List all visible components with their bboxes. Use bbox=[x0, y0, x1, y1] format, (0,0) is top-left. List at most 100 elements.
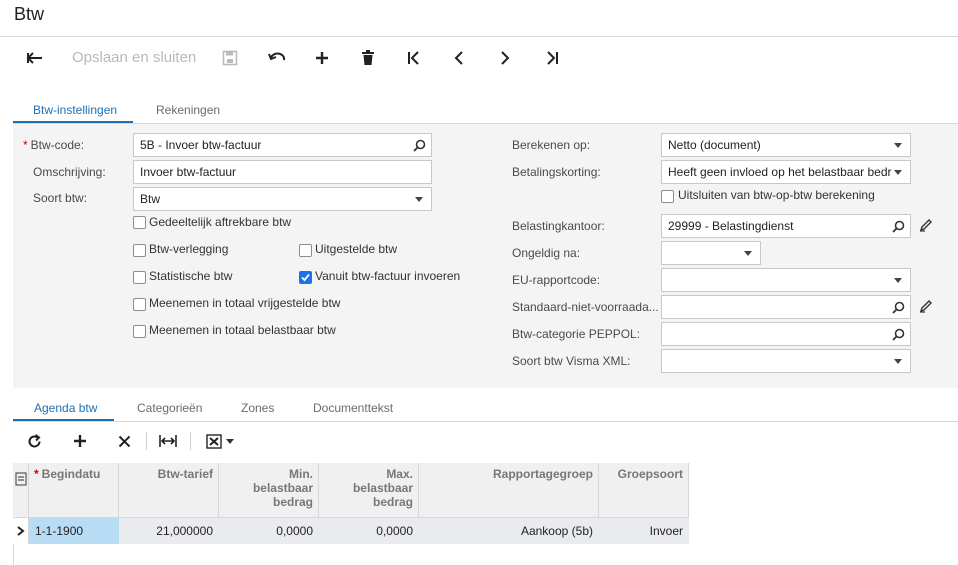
omschrijving-field[interactable]: Invoer btw-factuur bbox=[133, 160, 432, 184]
subtab-agenda-btw[interactable]: Agenda btw bbox=[34, 401, 97, 415]
back-arrow-icon bbox=[26, 52, 42, 64]
col-min-belastbaar[interactable]: Min. belastbaar bedrag bbox=[219, 463, 319, 518]
cell-btw-tarief[interactable]: 21,000000 bbox=[119, 518, 219, 544]
cell-max-belastbaar[interactable]: 0,0000 bbox=[319, 518, 419, 544]
close-icon bbox=[118, 435, 130, 447]
btw-code-label: * Btw-code: bbox=[23, 138, 85, 152]
soort-btw-select[interactable]: Btw bbox=[133, 187, 432, 211]
grid-add-button[interactable] bbox=[69, 430, 91, 452]
btw-categorie-peppol-label: Btw-categorie PEPPOL: bbox=[512, 327, 641, 341]
col-begindatum[interactable]: * Begindatu bbox=[29, 463, 119, 518]
col-max-belastbaar[interactable]: Max. belastbaar bedrag bbox=[319, 463, 419, 518]
gedeeltelijk-checkbox[interactable] bbox=[133, 216, 146, 229]
table-row-indicator[interactable] bbox=[13, 518, 29, 544]
berekenen-op-label: Berekenen op: bbox=[512, 138, 591, 152]
excel-export-icon bbox=[206, 433, 222, 449]
search-icon[interactable] bbox=[890, 326, 906, 342]
title-divider bbox=[0, 36, 958, 37]
delete-button[interactable] bbox=[356, 46, 380, 70]
btw-categorie-peppol-field[interactable] bbox=[661, 322, 911, 346]
belastingkantoor-field[interactable]: 29999 - Belastingdienst bbox=[661, 214, 911, 238]
belastbaar-checkbox[interactable] bbox=[133, 325, 146, 338]
berekenen-op-select[interactable]: Netto (document) bbox=[661, 133, 911, 157]
standaard-niet-voorraad-field[interactable] bbox=[661, 295, 911, 319]
vanuit-factuur-checkbox[interactable] bbox=[299, 271, 312, 284]
row-indicator-icon bbox=[17, 526, 25, 536]
chevron-down-icon[interactable] bbox=[890, 272, 906, 288]
grid-delete-button[interactable] bbox=[113, 430, 135, 452]
ongeldig-na-label: Ongeldig na: bbox=[512, 246, 581, 260]
uitsluiten-checkbox[interactable] bbox=[661, 190, 674, 203]
eu-rapportcode-select[interactable] bbox=[661, 268, 911, 292]
vrijgestelde-label: Meenemen in totaal vrijgestelde btw bbox=[149, 296, 341, 310]
subtab-zones[interactable]: Zones bbox=[241, 401, 274, 415]
vrijgestelde-checkbox[interactable] bbox=[133, 298, 146, 311]
fit-columns-icon bbox=[159, 435, 177, 447]
subtab-divider bbox=[13, 421, 958, 422]
refresh-icon bbox=[28, 433, 41, 447]
add-icon bbox=[74, 435, 86, 447]
chevron-down-icon[interactable] bbox=[890, 353, 906, 369]
delete-icon bbox=[362, 50, 374, 65]
row-select-icon bbox=[15, 472, 27, 486]
back-button[interactable] bbox=[23, 46, 47, 70]
standaard-niet-voorraad-label: Standaard-niet-voorraada... bbox=[512, 300, 659, 314]
eu-rapportcode-label: EU-rapportcode: bbox=[512, 273, 601, 287]
chevron-down-icon[interactable] bbox=[740, 245, 756, 261]
fit-columns-button[interactable] bbox=[157, 430, 179, 452]
chevron-down-icon[interactable] bbox=[890, 164, 906, 180]
soort-btw-visma-label: Soort btw Visma XML: bbox=[512, 354, 631, 368]
betalingskorting-label: Betalingskorting: bbox=[512, 165, 601, 179]
btw-code-field[interactable]: 5B - Invoer btw-factuur bbox=[133, 133, 432, 157]
next-record-button[interactable] bbox=[493, 46, 517, 70]
belastbaar-label: Meenemen in totaal belastbaar btw bbox=[149, 323, 336, 337]
export-excel-button[interactable] bbox=[202, 430, 238, 452]
chevron-down-icon bbox=[226, 438, 234, 444]
uitgestelde-checkbox[interactable] bbox=[299, 244, 312, 257]
cell-groepsoort[interactable]: Invoer bbox=[599, 518, 689, 544]
uitsluiten-label: Uitsluiten van btw-op-btw berekening bbox=[678, 188, 875, 202]
statistische-label: Statistische btw bbox=[149, 269, 233, 283]
last-page-icon bbox=[547, 51, 558, 65]
first-record-button[interactable] bbox=[402, 46, 426, 70]
toolbar-separator bbox=[146, 432, 147, 450]
cell-min-belastbaar[interactable]: 0,0000 bbox=[219, 518, 319, 544]
statistische-checkbox[interactable] bbox=[133, 271, 146, 284]
undo-button[interactable] bbox=[265, 46, 289, 70]
betalingskorting-select[interactable]: Heeft geen invloed op het belastbaar bed… bbox=[661, 160, 911, 184]
last-record-button[interactable] bbox=[540, 46, 564, 70]
ongeldig-na-field[interactable] bbox=[661, 241, 761, 265]
search-icon[interactable] bbox=[411, 137, 427, 153]
row-select-header[interactable] bbox=[13, 463, 29, 518]
chevron-down-icon[interactable] bbox=[411, 191, 427, 207]
pencil-icon[interactable] bbox=[919, 218, 935, 234]
col-rapportagegroep[interactable]: Rapportagegroep bbox=[419, 463, 599, 518]
omschrijving-label: Omschrijving: bbox=[33, 165, 106, 179]
tab-btw-instellingen[interactable]: Btw-instellingen bbox=[33, 103, 117, 117]
vanuit-factuur-label: Vanuit btw-factuur invoeren bbox=[315, 269, 461, 283]
tab-rekeningen[interactable]: Rekeningen bbox=[156, 103, 220, 117]
undo-icon bbox=[268, 52, 286, 61]
add-button[interactable] bbox=[310, 46, 334, 70]
col-groepsoort[interactable]: Groepsoort bbox=[599, 463, 689, 518]
subtab-documenttekst[interactable]: Documenttekst bbox=[313, 401, 393, 415]
search-icon[interactable] bbox=[890, 218, 906, 234]
checkmark-icon bbox=[301, 273, 310, 282]
search-icon[interactable] bbox=[890, 299, 906, 315]
refresh-button[interactable] bbox=[23, 430, 45, 452]
save-icon bbox=[222, 50, 238, 66]
soort-btw-visma-select[interactable] bbox=[661, 349, 911, 373]
prev-page-icon bbox=[454, 51, 463, 65]
cell-rapportagegroep[interactable]: Aankoop (5b) bbox=[419, 518, 599, 544]
subtab-categorieen[interactable]: Categorieën bbox=[137, 401, 202, 415]
page-title: Btw bbox=[14, 4, 45, 24]
col-btw-tarief[interactable]: Btw-tarief bbox=[119, 463, 219, 518]
previous-record-button[interactable] bbox=[447, 46, 471, 70]
cell-begindatum[interactable]: 1-1-1900 bbox=[29, 518, 119, 544]
chevron-down-icon[interactable] bbox=[890, 137, 906, 153]
pencil-icon[interactable] bbox=[919, 299, 935, 315]
save-button[interactable] bbox=[218, 46, 242, 70]
next-page-icon bbox=[501, 51, 510, 65]
verlegging-checkbox[interactable] bbox=[133, 244, 146, 257]
save-and-close-button[interactable]: Opslaan en sluiten bbox=[72, 49, 196, 66]
